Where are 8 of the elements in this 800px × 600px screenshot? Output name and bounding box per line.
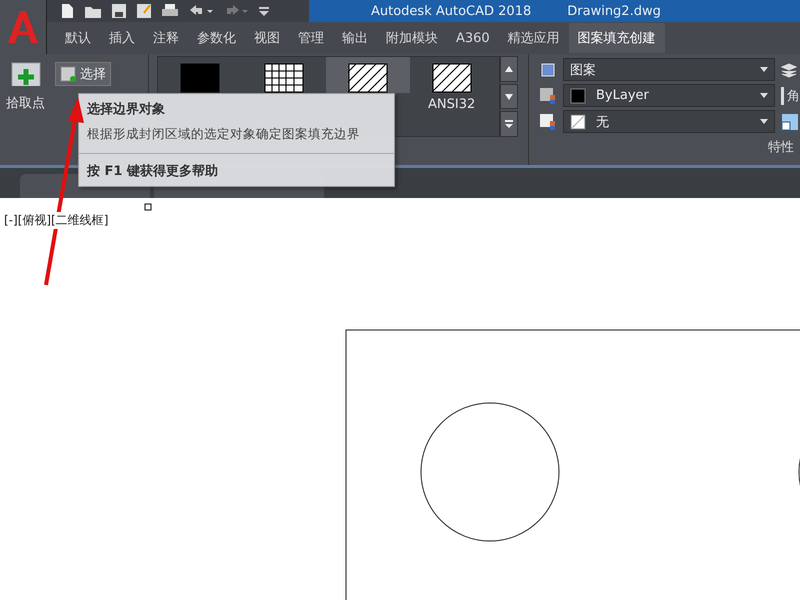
tooltip-title: 选择边界对象 [87, 101, 166, 118]
tooltip-description: 根据形成封闭区域的选定对象确定图案填充边界 [87, 126, 361, 143]
pattern-label: ANSI32 [428, 97, 476, 112]
app-title: Autodesk AutoCAD 2018 [371, 4, 532, 18]
file-name: Drawing2.dwg [567, 4, 661, 18]
angle-label: 角 [781, 86, 800, 104]
panel-label: 特性 [768, 139, 794, 156]
tooltip-help: 按 F1 键获得更多帮助 [87, 163, 219, 180]
